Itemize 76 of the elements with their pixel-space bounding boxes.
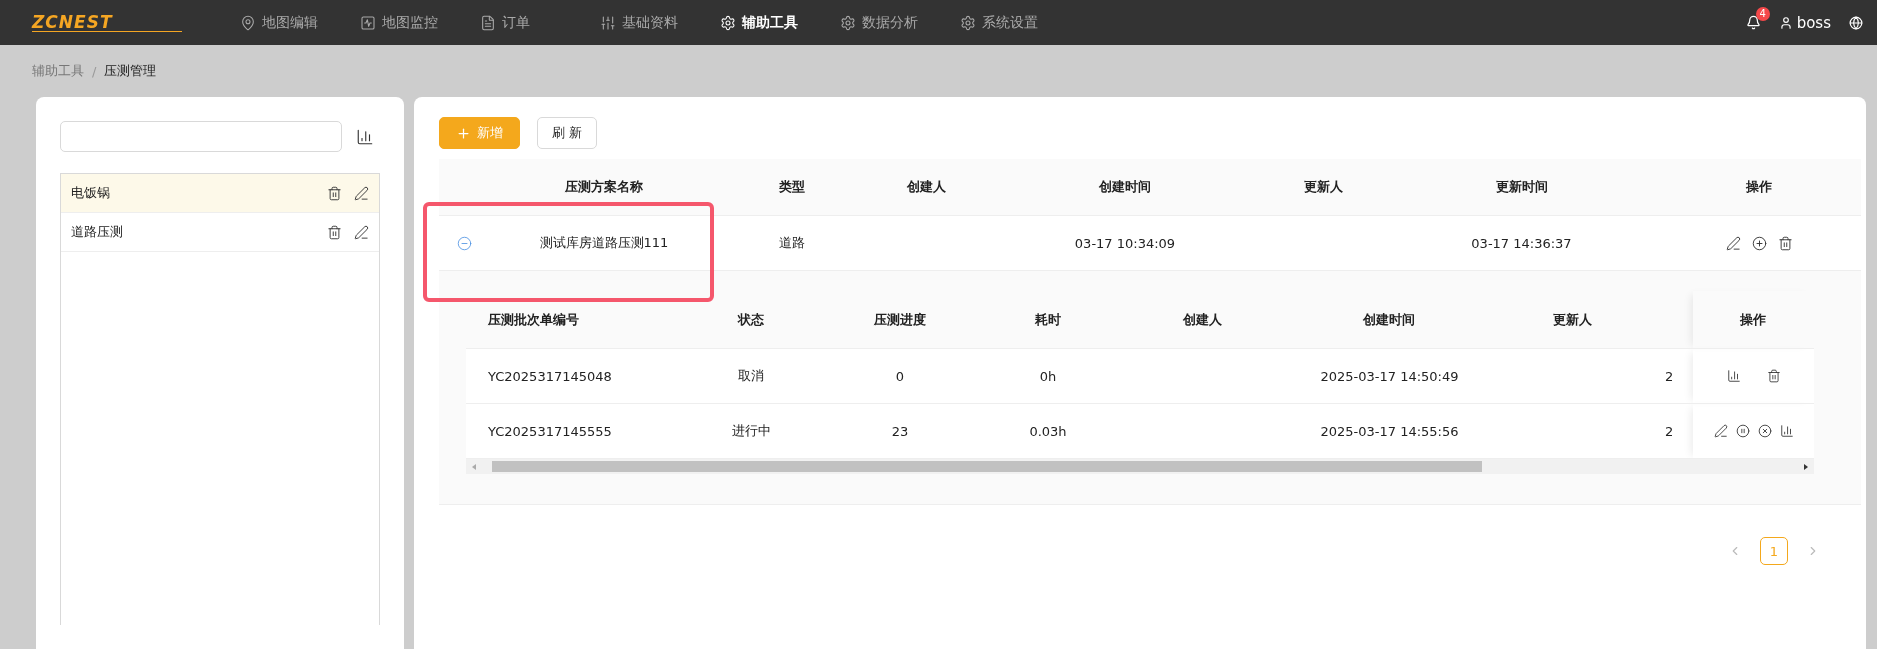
- trash-icon[interactable]: [1766, 369, 1781, 383]
- breadcrumb-separator: /: [92, 63, 97, 79]
- refresh-button[interactable]: 刷 新: [537, 117, 598, 149]
- table-cell: 23: [811, 403, 989, 459]
- table-cell: 2: [1665, 403, 1693, 459]
- scroll-right-icon[interactable]: [1802, 462, 1810, 471]
- bar-chart-icon[interactable]: [356, 127, 374, 146]
- breadcrumb-item: 压测管理: [104, 62, 157, 80]
- nav-item[interactable]: 地图监控: [360, 13, 480, 32]
- item-label: 电饭锅: [71, 184, 111, 202]
- column-header: 创建人: [864, 159, 989, 216]
- user-icon: [1778, 15, 1793, 30]
- table-cell: 进行中: [691, 403, 811, 459]
- nav-item[interactable]: 辅助工具: [720, 13, 840, 32]
- nav-item[interactable]: 系统设置: [960, 13, 1080, 32]
- gear-icon: [960, 14, 976, 31]
- logo: ZCNEST: [32, 13, 182, 32]
- column-header: 耗时: [989, 291, 1107, 349]
- pencil-icon[interactable]: [1725, 235, 1741, 251]
- trash-icon[interactable]: [1777, 235, 1793, 251]
- table-cell: YC2025317145048: [466, 348, 691, 404]
- line-chart-icon: [360, 14, 376, 31]
- column-header: 状态: [691, 291, 811, 349]
- trash-icon[interactable]: [327, 224, 342, 240]
- column-header: 创建人: [1107, 291, 1298, 349]
- bar-chart-icon[interactable]: [1779, 424, 1794, 438]
- table-cell: YC2025317145555: [466, 403, 691, 459]
- column-header: 类型: [719, 159, 864, 216]
- horizontal-scrollbar[interactable]: [466, 459, 1814, 474]
- table-cell: 0: [811, 348, 989, 404]
- nav-item[interactable]: 数据分析: [840, 13, 960, 32]
- bell-icon[interactable]: [1745, 15, 1761, 30]
- column-header: 更新人: [1481, 291, 1665, 349]
- globe-icon[interactable]: [1849, 15, 1863, 30]
- column-header: 操作: [1657, 159, 1861, 216]
- notification-count: 4: [1755, 7, 1770, 21]
- plus-icon: [456, 125, 471, 141]
- column-header: 压测方案名称: [489, 159, 719, 216]
- trash-icon[interactable]: [327, 185, 342, 201]
- column-header: 压测批次单编号: [466, 291, 691, 349]
- sliders-icon: [600, 14, 616, 31]
- nav-item[interactable]: 地图编辑: [240, 13, 360, 32]
- column-header: 更新时间: [1386, 159, 1657, 216]
- table-cell: 2025-03-17 14:55:56: [1298, 403, 1481, 459]
- column-header: 更新人: [1261, 159, 1386, 216]
- table-cell: 0.03h: [989, 403, 1107, 459]
- nav-item[interactable]: 订单: [480, 13, 600, 32]
- breadcrumb-item[interactable]: 辅助工具: [32, 62, 84, 80]
- table-cell: 03-17 10:34:09: [989, 215, 1261, 271]
- map-pin-icon: [240, 14, 256, 31]
- table-cell: 2025-03-17 14:50:49: [1298, 348, 1481, 404]
- column-header: 创建时间: [989, 159, 1261, 216]
- table-cell: 取消: [691, 348, 811, 404]
- nav-item[interactable]: 基础资料: [600, 13, 720, 32]
- pencil-icon[interactable]: [354, 224, 369, 240]
- pencil-icon[interactable]: [354, 185, 369, 201]
- column-header: 操作: [1693, 291, 1814, 349]
- plus-circle-icon[interactable]: [1751, 235, 1767, 251]
- table-cell: 道路: [719, 215, 864, 271]
- user-menu[interactable]: boss: [1778, 13, 1831, 32]
- gear-icon: [720, 14, 736, 31]
- gear-icon: [840, 14, 856, 31]
- bar-chart-icon[interactable]: [1726, 369, 1741, 383]
- item-label: 道路压测: [71, 223, 124, 241]
- search-field[interactable]: [60, 121, 342, 152]
- column-header: 创建时间: [1298, 291, 1481, 349]
- table-cell: 0h: [989, 348, 1107, 404]
- cancel-icon[interactable]: [1757, 424, 1772, 438]
- list-item[interactable]: 电饭锅: [61, 174, 379, 213]
- table-cell: 测试库房道路压测111: [489, 215, 719, 271]
- pause-icon[interactable]: [1735, 424, 1750, 438]
- document-icon: [480, 14, 496, 31]
- table-cell: 2: [1665, 348, 1693, 404]
- pencil-icon[interactable]: [1713, 424, 1728, 438]
- table-cell: 03-17 14:36:37: [1386, 215, 1657, 271]
- column-header: 压测进度: [811, 291, 989, 349]
